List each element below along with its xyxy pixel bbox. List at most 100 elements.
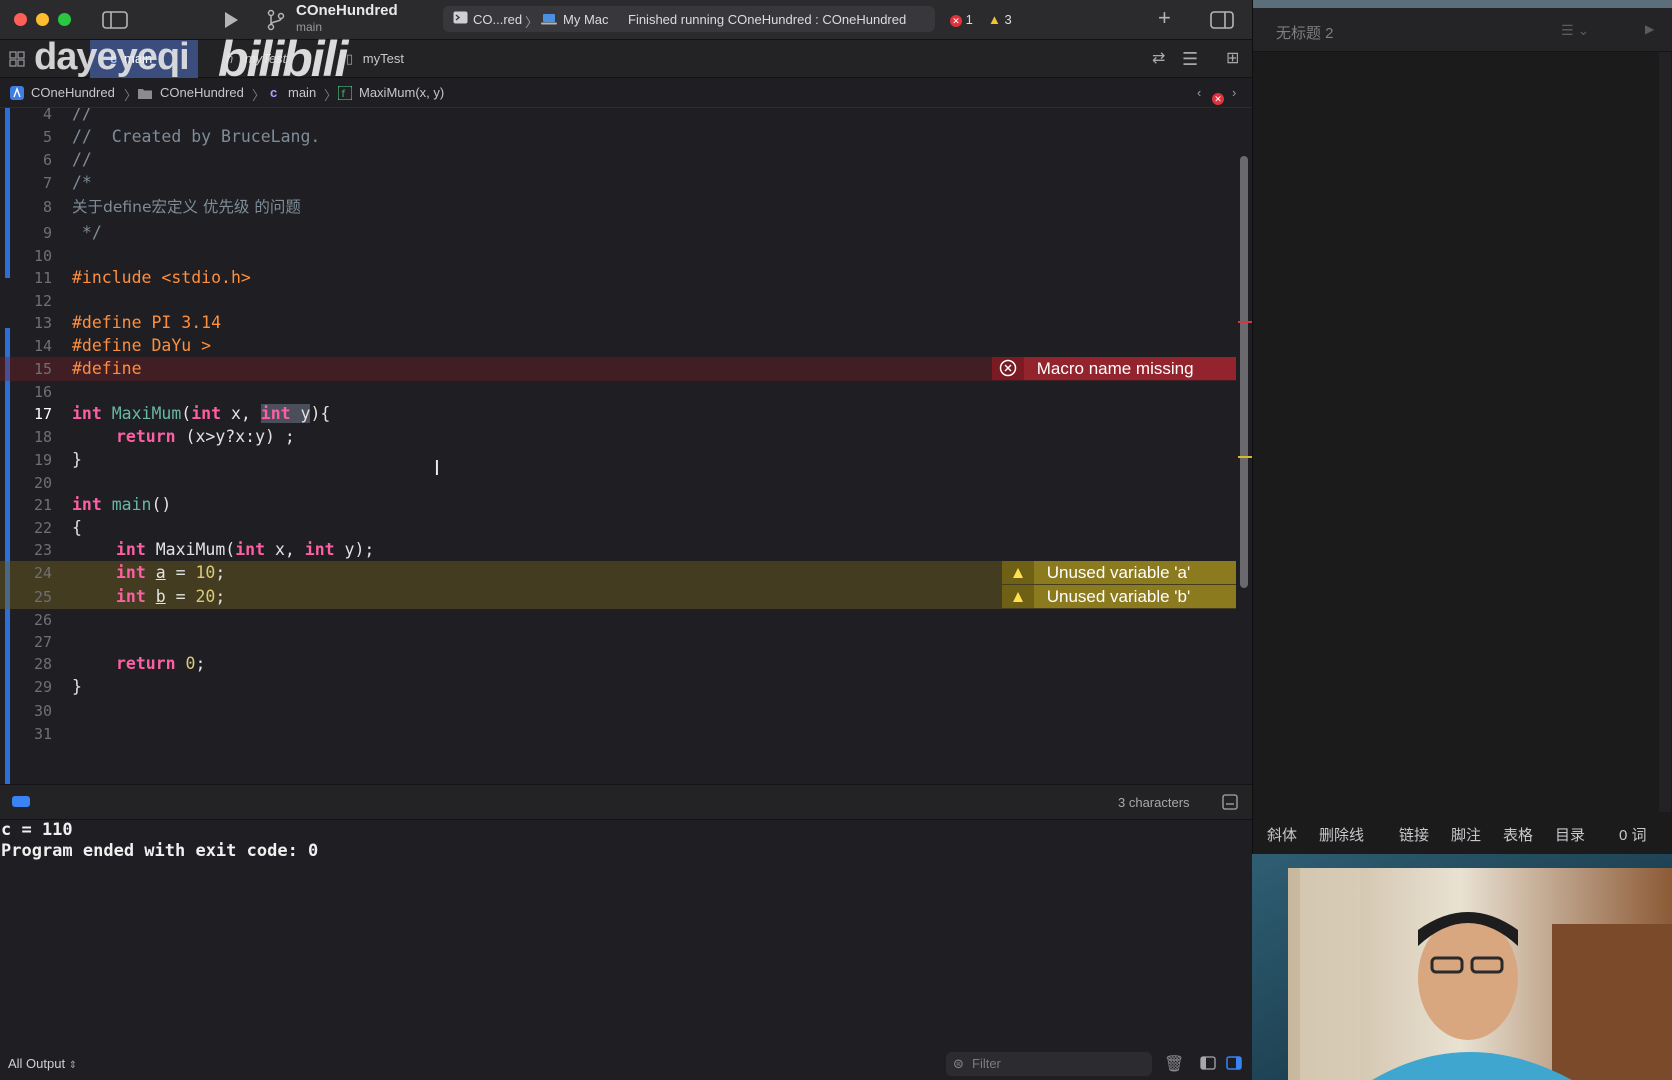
editor-scrollbar[interactable]	[1240, 156, 1248, 588]
run-icon[interactable]	[222, 11, 240, 32]
line-number: 20	[33, 474, 52, 492]
output-selector-label: All Output	[8, 1056, 66, 1071]
code-editor[interactable]: 4 // 5 // Created by BruceLang. 6 // 7 /…	[0, 108, 1252, 784]
code-text: /*	[72, 173, 92, 192]
chevron-right-icon: 〉	[525, 15, 539, 30]
table-button[interactable]: 表格	[1503, 824, 1533, 845]
code-line: 8 关于define宏定义 优先级 的问题	[0, 195, 1240, 219]
split-left-icon[interactable]	[1200, 1056, 1216, 1073]
markdown-title-bar: 无标题 2 ☰ ⌄ ▶	[1253, 8, 1672, 52]
split-right-icon[interactable]	[1226, 1056, 1242, 1073]
close-window-button[interactable]	[14, 13, 27, 26]
code-line: 18 return (x>y?x:y) ;	[0, 425, 1240, 449]
outline-icon[interactable]: ☰ ⌄	[1561, 22, 1589, 39]
filter-input[interactable]: ⊜ Filter	[946, 1052, 1152, 1076]
word-count[interactable]: 0 词	[1619, 824, 1647, 845]
error-circle-icon	[992, 357, 1024, 380]
grid-icon[interactable]	[8, 40, 26, 78]
previous-issue-icon[interactable]: ‹	[1197, 85, 1201, 100]
add-icon[interactable]: +	[1158, 7, 1171, 29]
svg-text:f: f	[342, 89, 346, 100]
line-number: 6	[42, 151, 52, 169]
code-text: // Created by BruceLang.	[72, 127, 321, 146]
output-selector[interactable]: All Output ⇕	[8, 1056, 77, 1071]
line-number: 17	[33, 405, 52, 423]
code-line: 12	[0, 289, 1240, 313]
link-button[interactable]: 链接	[1399, 824, 1429, 845]
code-line: 22 {	[0, 516, 1240, 540]
filter-icon: ⊜	[953, 1056, 964, 1071]
minimap-icon[interactable]	[1222, 794, 1238, 813]
swap-icon[interactable]: ⇄	[1152, 40, 1165, 78]
console-output[interactable]: c = 110 Program ended with exit code: 0	[0, 820, 1252, 1046]
code-line: 9 */	[0, 221, 1240, 245]
breadcrumb-function[interactable]: MaxiMum(x, y)	[359, 85, 444, 100]
line-number: 31	[33, 725, 52, 743]
minimize-window-button[interactable]	[36, 13, 49, 26]
watermark-text: dayeyeqi	[34, 36, 190, 78]
warning-banner[interactable]: ▲ Unused variable 'a'	[1002, 561, 1236, 584]
error-count-badge[interactable]: ✕ 1	[950, 12, 973, 27]
keyword: return	[116, 654, 176, 673]
italic-button[interactable]: 斜体	[1267, 824, 1297, 845]
tab-mytest[interactable]: ▯ myTest	[346, 40, 404, 78]
code-text: x,	[265, 540, 305, 559]
project-title[interactable]: COneHundred	[296, 2, 398, 19]
line-number: 9	[42, 224, 52, 242]
error-banner[interactable]: Macro name missing	[992, 357, 1236, 380]
toc-button[interactable]: 目录	[1555, 824, 1585, 845]
editor-options-icon[interactable]: ☰	[1182, 40, 1198, 78]
code-line: 27	[0, 630, 1240, 654]
code-line: 26	[0, 608, 1240, 632]
code-text: (	[181, 404, 192, 423]
line-number: 29	[33, 678, 52, 696]
chevron-updown-icon: ⇕	[68, 1060, 78, 1071]
filter-placeholder: Filter	[972, 1056, 1001, 1071]
code-text: #define	[72, 359, 142, 378]
code-text: ){	[310, 404, 331, 423]
play-icon[interactable]: ▶	[1645, 22, 1654, 36]
scheme-selector[interactable]: CO...red	[473, 12, 522, 27]
line-number: 18	[33, 428, 52, 446]
debug-area-toggle-icon[interactable]	[12, 796, 30, 807]
function-name: MaxiMum	[111, 404, 182, 423]
strikethrough-button[interactable]: 删除线	[1319, 824, 1364, 845]
line-number: 15	[33, 360, 52, 378]
webcam-overlay	[1252, 854, 1672, 1080]
line-number: 10	[33, 247, 52, 265]
warning-count-badge[interactable]: ▲ 3	[988, 12, 1012, 27]
code-text: {	[72, 518, 82, 537]
code-text: =	[165, 587, 196, 606]
run-destination[interactable]: My Mac	[563, 12, 609, 27]
warning-banner[interactable]: ▲ Unused variable 'b'	[1002, 585, 1236, 608]
keyword: int	[191, 404, 222, 423]
trash-icon[interactable]: 🗑	[1164, 1054, 1184, 1074]
breadcrumb-project[interactable]: COneHundred	[31, 85, 115, 100]
markdown-scrollbar[interactable]	[1659, 52, 1671, 812]
document-title[interactable]: 无标题 2	[1276, 22, 1334, 43]
line-number: 5	[42, 128, 52, 146]
code-line: 23 int MaxiMum(int x, int y);	[0, 538, 1240, 562]
number-literal: 10	[195, 563, 216, 582]
next-issue-icon[interactable]: ›	[1232, 85, 1236, 100]
include-directive: #include	[72, 268, 162, 287]
inspector-toggle-icon[interactable]	[1210, 10, 1234, 33]
line-number: 21	[33, 496, 52, 514]
selected-text: y	[290, 404, 311, 423]
markdown-editor-window: 无标题 2 ☰ ⌄ ▶ 斜体 删除线 链接 脚注 表格 目录 0 词	[1252, 0, 1672, 868]
warning-triangle-icon: ▲	[1002, 585, 1034, 608]
add-editor-icon[interactable]: ⊞	[1226, 40, 1239, 78]
footnote-button[interactable]: 脚注	[1451, 824, 1481, 845]
keyword: int	[235, 540, 266, 559]
code-text: x,	[221, 404, 261, 423]
navigator-toggle-icon[interactable]	[102, 10, 128, 33]
code-line: 11 #include <stdio.h>	[0, 266, 1240, 290]
code-text: ;	[195, 654, 206, 673]
folder-icon	[138, 87, 152, 102]
code-line-warning: 25 int b = 20; ▲ Unused variable 'b'	[0, 585, 1236, 609]
line-number: 16	[33, 383, 52, 401]
zoom-window-button[interactable]	[58, 13, 71, 26]
selected-text: int	[260, 404, 291, 423]
keyword: int	[116, 540, 146, 559]
line-number: 14	[33, 337, 52, 355]
